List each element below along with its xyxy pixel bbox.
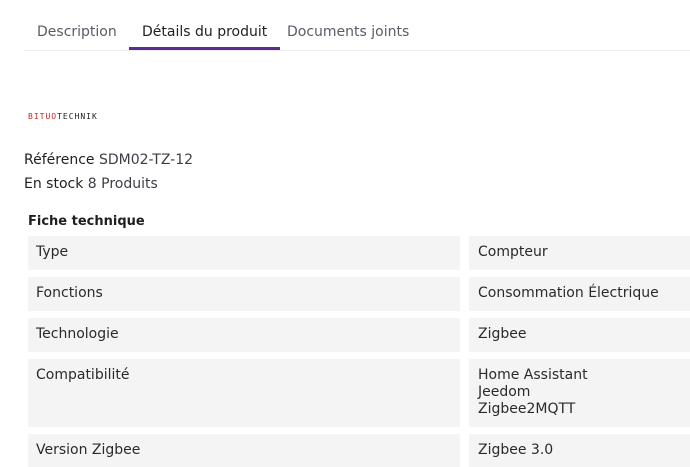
spec-value-line: Zigbee2MQTT xyxy=(478,401,576,417)
product-reference: Référence SDM02-TZ-12 xyxy=(24,151,193,169)
spec-name: Fonctions xyxy=(28,277,460,311)
tab-attached-documents[interactable]: Documents joints xyxy=(274,14,422,50)
spec-name: Type xyxy=(28,236,460,270)
spec-row-technology: Technologie Zigbee xyxy=(28,318,690,352)
brand-logo-part1: BITUO xyxy=(28,112,58,121)
spec-row-compatibility: Compatibilité Home Assistant Jeedom Zigb… xyxy=(28,359,690,427)
spec-value-line: Home Assistant xyxy=(478,367,588,383)
spec-row-type: Type Compteur xyxy=(28,236,690,270)
spec-row-zigbee-version: Version Zigbee Zigbee 3.0 xyxy=(28,434,690,467)
product-stock: En stock 8 Produits xyxy=(24,175,158,193)
spec-value-line: Zigbee xyxy=(478,326,527,342)
reference-value: SDM02-TZ-12 xyxy=(98,152,194,168)
spec-value: Zigbee 3.0 xyxy=(469,434,690,467)
spec-value: Compteur xyxy=(469,236,690,270)
brand-logo[interactable]: BITUOTECHNIK xyxy=(28,112,98,121)
reference-label: Référence xyxy=(24,152,95,168)
tab-description[interactable]: Description xyxy=(24,14,130,50)
spec-value: Home Assistant Jeedom Zigbee2MQTT xyxy=(469,359,690,427)
spec-name: Technologie xyxy=(28,318,460,352)
spec-value: Consommation Électrique xyxy=(469,277,690,311)
product-tabs: Description Détails du produit Documents… xyxy=(24,14,690,51)
spec-value-line: Zigbee 3.0 xyxy=(478,442,554,458)
spec-value-line: Consommation Électrique xyxy=(478,285,659,301)
brand-logo-part2: TECHNIK xyxy=(57,112,98,121)
spec-name: Version Zigbee xyxy=(28,434,460,467)
technical-sheet-title: Fiche technique xyxy=(28,214,145,229)
technical-sheet-table: Type Compteur Fonctions Consommation Éle… xyxy=(28,236,690,467)
tab-product-details[interactable]: Détails du produit xyxy=(129,14,281,50)
spec-row-functions: Fonctions Consommation Électrique xyxy=(28,277,690,311)
stock-label: En stock xyxy=(24,176,84,192)
spec-value-line: Jeedom xyxy=(478,384,531,400)
spec-value: Zigbee xyxy=(469,318,690,352)
spec-name: Compatibilité xyxy=(28,359,460,427)
spec-value-line: Compteur xyxy=(478,244,548,260)
product-page: Description Détails du produit Documents… xyxy=(0,0,690,467)
stock-value: 8 Produits xyxy=(87,176,158,192)
